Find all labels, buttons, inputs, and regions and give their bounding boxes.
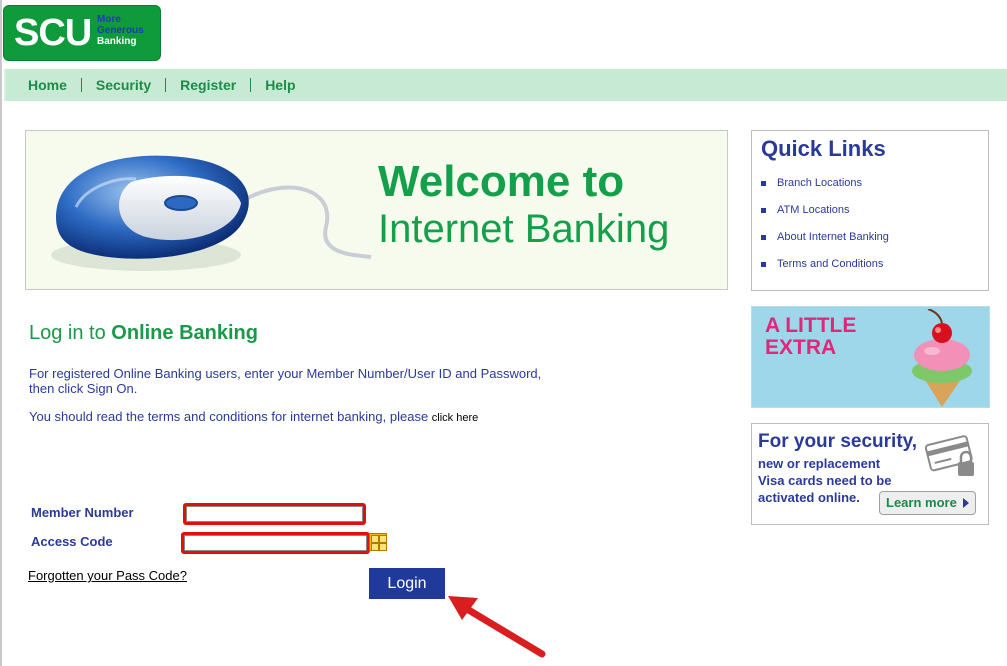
virtual-keypad-icon[interactable] bbox=[369, 533, 387, 551]
quick-link-label: ATM Locations bbox=[777, 204, 850, 216]
page-left-border bbox=[0, 0, 2, 666]
quick-link-label: Branch Locations bbox=[777, 177, 862, 189]
learn-more-button[interactable]: Learn more bbox=[879, 491, 976, 515]
quick-link-label: About Internet Banking bbox=[777, 231, 889, 243]
logo-tagline-line1: More bbox=[97, 14, 121, 25]
promo-extra-line1: A LITTLE bbox=[765, 314, 857, 337]
login-instructions: For registered Online Banking users, ent… bbox=[29, 366, 542, 396]
bullet-icon bbox=[761, 208, 766, 213]
access-code-input[interactable] bbox=[184, 535, 367, 551]
quick-link-branch-locations[interactable]: Branch Locations bbox=[761, 177, 889, 204]
promo-security-line: activated online. bbox=[758, 490, 860, 505]
nav-home[interactable]: Home bbox=[22, 78, 82, 92]
banner-title-line2: Internet Banking bbox=[378, 207, 670, 251]
login-button[interactable]: Login bbox=[369, 568, 445, 599]
terms-notice-text: You should read the terms and conditions… bbox=[29, 409, 432, 424]
nav-register[interactable]: Register bbox=[166, 78, 252, 92]
quick-link-label: Terms and Conditions bbox=[777, 258, 884, 270]
scu-logo[interactable]: SCU More Generous Banking bbox=[4, 6, 160, 60]
computer-mouse-illustration bbox=[51, 155, 372, 271]
red-pointer-arrow-icon bbox=[448, 596, 546, 658]
terms-click-here-link[interactable]: click here bbox=[432, 412, 478, 424]
access-code-label: Access Code bbox=[31, 534, 113, 549]
quick-link-terms-and-conditions[interactable]: Terms and Conditions bbox=[761, 258, 889, 285]
security-visa-promo: For your security, new or replacement Vi… bbox=[751, 423, 989, 525]
credit-card-lock-icon bbox=[924, 435, 974, 476]
ice-cream-cone-icon bbox=[912, 309, 972, 407]
bullet-icon bbox=[761, 262, 766, 267]
bullet-icon bbox=[761, 181, 766, 186]
promo-security-title: For your security, bbox=[758, 431, 918, 452]
quick-links-title: Quick Links bbox=[761, 136, 886, 161]
login-heading-bold: Online Banking bbox=[111, 322, 258, 344]
login-heading: Log in to Online Banking bbox=[29, 322, 258, 345]
login-heading-prefix: Log in to bbox=[29, 322, 112, 344]
nav-help[interactable]: Help bbox=[251, 78, 309, 92]
a-little-extra-promo[interactable]: A LITTLE EXTRA bbox=[751, 306, 990, 408]
quick-links-panel: Quick Links Branch Locations ATM Locatio… bbox=[751, 130, 989, 291]
quick-link-atm-locations[interactable]: ATM Locations bbox=[761, 204, 889, 231]
member-number-input[interactable] bbox=[186, 506, 363, 522]
logo-tagline-line2: Generous bbox=[97, 25, 144, 36]
quick-link-about-internet-banking[interactable]: About Internet Banking bbox=[761, 231, 889, 258]
promo-security-line: new or replacement bbox=[758, 456, 881, 471]
forgotten-pass-code-link[interactable]: Forgotten your Pass Code? bbox=[28, 568, 187, 583]
bullet-icon bbox=[761, 235, 766, 240]
welcome-banner: Welcome to Internet Banking bbox=[25, 130, 728, 290]
member-number-label: Member Number bbox=[31, 505, 134, 520]
promo-extra-line2: EXTRA bbox=[765, 336, 837, 359]
promo-extra-text: A LITTLE EXTRA bbox=[765, 315, 856, 359]
logo-tagline: More Generous Banking bbox=[97, 14, 157, 47]
logo-abbr: SCU bbox=[14, 12, 92, 54]
chevron-right-icon bbox=[963, 498, 969, 508]
nav-security[interactable]: Security bbox=[82, 78, 167, 92]
logo-tagline-line3: Banking bbox=[97, 36, 137, 47]
terms-notice: You should read the terms and conditions… bbox=[29, 409, 478, 424]
banner-title-line1: Welcome to bbox=[378, 157, 625, 206]
learn-more-label: Learn more bbox=[886, 495, 957, 510]
promo-security-line: Visa cards need to be bbox=[758, 473, 892, 488]
promo-security-text: new or replacement Visa cards need to be… bbox=[758, 455, 891, 506]
main-nav: Home Security Register Help bbox=[4, 69, 1007, 101]
